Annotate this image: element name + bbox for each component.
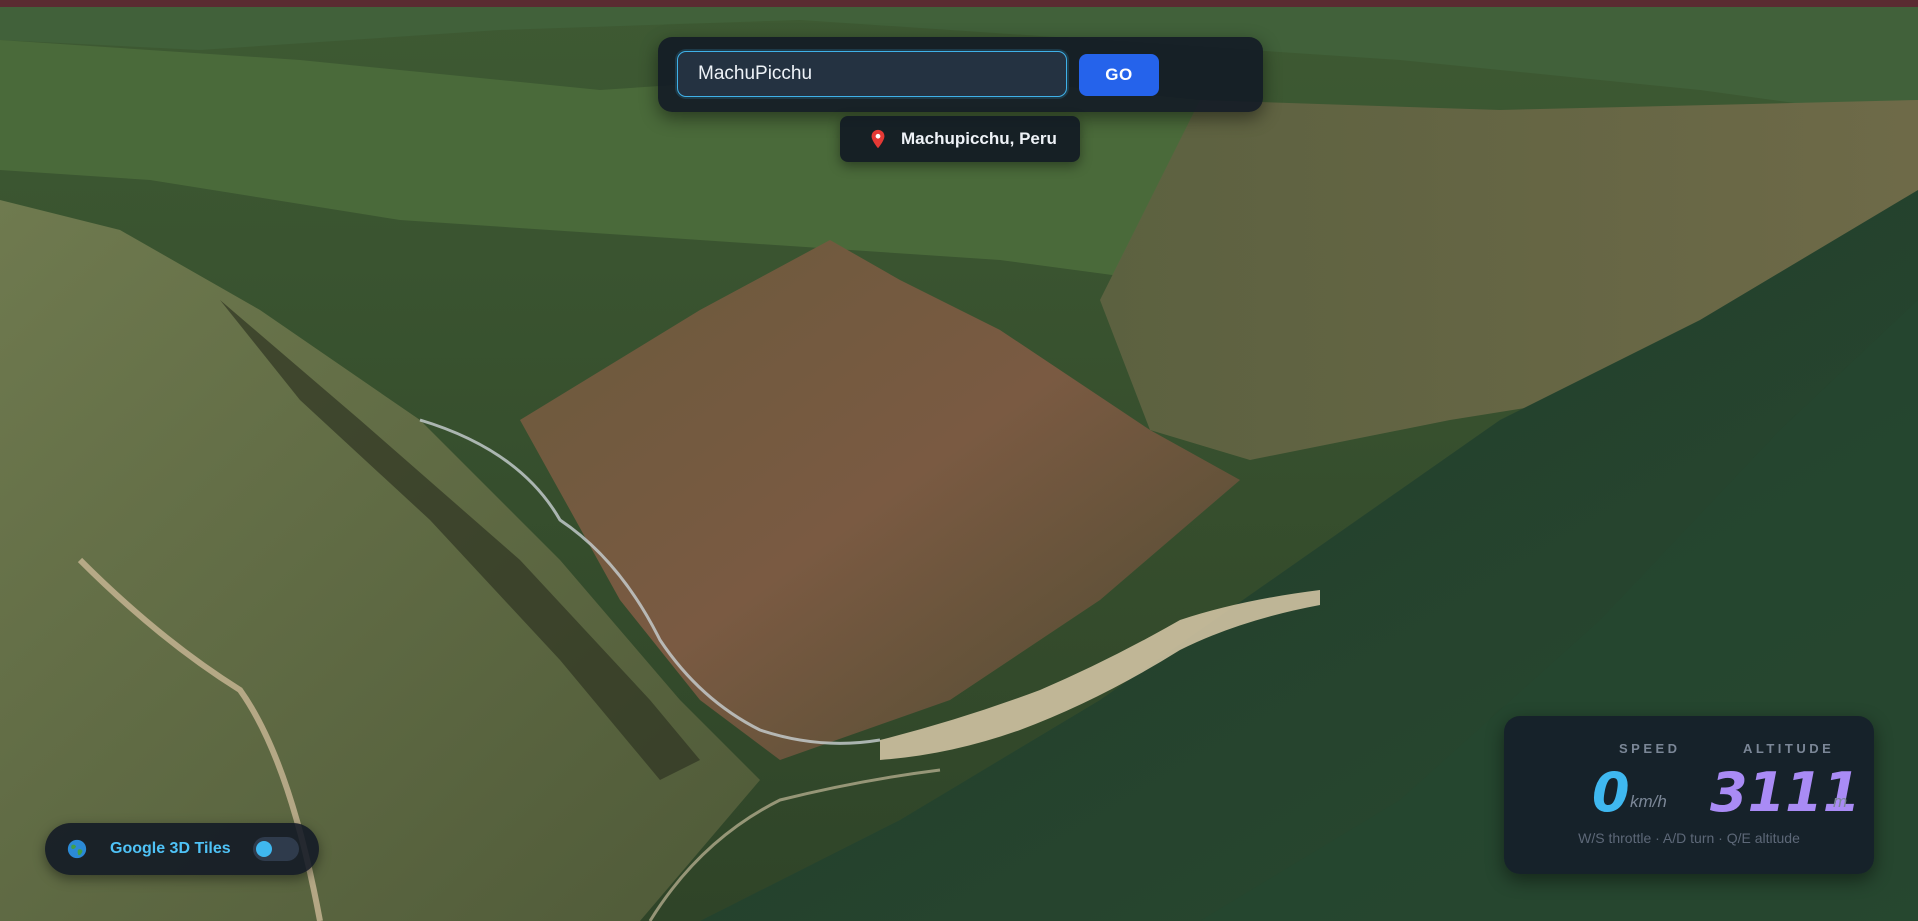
map-pin-icon xyxy=(871,129,885,149)
speed-value: 0 xyxy=(1592,761,1630,824)
go-button[interactable]: GO xyxy=(1079,54,1159,96)
tiles-label: Google 3D Tiles xyxy=(110,840,231,857)
toggle-knob xyxy=(256,841,272,857)
flight-dashboard: SPEED ALTITUDE 0 km/h 3111 m W/S throttl… xyxy=(1504,716,1874,874)
controls-hint: W/S throttle · A/D turn · Q/E altitude xyxy=(1578,830,1800,846)
location-search-input[interactable] xyxy=(677,51,1067,97)
speed-unit: km/h xyxy=(1630,792,1667,811)
suggestion-label: Machupicchu, Peru xyxy=(901,129,1057,148)
google-3d-tiles-toggle[interactable] xyxy=(253,837,299,861)
speed-label: SPEED xyxy=(1619,741,1681,756)
search-suggestion-item[interactable]: Machupicchu, Peru xyxy=(840,116,1080,162)
search-panel: GO xyxy=(658,37,1263,112)
altitude-label: ALTITUDE xyxy=(1743,741,1835,756)
top-window-bar xyxy=(0,0,1918,7)
tiles-toggle-panel: Google 3D Tiles xyxy=(45,823,319,875)
globe-icon xyxy=(67,839,87,859)
altitude-unit: m xyxy=(1833,792,1848,811)
